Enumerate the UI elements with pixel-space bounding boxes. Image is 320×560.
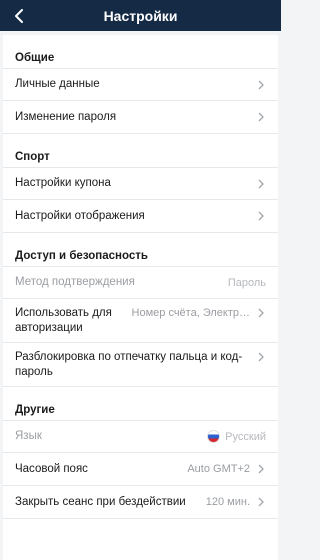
chevron-right-icon	[256, 211, 266, 221]
chevron-right-icon	[256, 464, 266, 474]
row-value: Auto GMT+2	[187, 463, 250, 475]
chevron-right-icon	[256, 80, 266, 90]
section-title-other: Другие	[15, 404, 55, 416]
settings-list: Общие Личные данные Изменение пароля Спо…	[3, 35, 278, 560]
timezone-row[interactable]: Часовой пояс Auto GMT+2	[3, 453, 278, 486]
row-value: 120 мин.	[205, 496, 250, 508]
russia-flag-icon	[207, 430, 221, 443]
section-title-general: Общие	[15, 52, 55, 64]
row-label: Изменение пароля	[15, 110, 117, 123]
row-label: Использовать для авторизации	[15, 306, 112, 334]
row-value: Номер счёта, Электр…	[131, 307, 250, 319]
row-label: Личные данные	[15, 78, 100, 90]
row-value: Русский	[225, 430, 266, 443]
chevron-right-icon	[256, 179, 266, 189]
display-settings-row[interactable]: Настройки отображения	[3, 200, 278, 233]
row-label: Метод подтверждения	[15, 276, 135, 288]
coupon-settings-row[interactable]: Настройки купона	[3, 167, 278, 200]
row-label: Разблокировка по отпечатку пальца и код-…	[15, 350, 243, 378]
auth-method-row[interactable]: Использовать для авторизации Номер счёта…	[3, 299, 278, 343]
row-label: Закрыть сеанс при бездействии	[15, 495, 186, 508]
fingerprint-unlock-row[interactable]: Разблокировка по отпечатку пальца и код-…	[3, 343, 278, 387]
header-bar: Настройки	[0, 0, 281, 31]
chevron-right-icon	[256, 352, 266, 362]
row-label: Часовой пояс	[15, 462, 88, 475]
chevron-right-icon	[256, 112, 266, 122]
confirmation-method-row: Метод подтверждения Пароль	[3, 266, 278, 299]
back-button[interactable]	[6, 3, 32, 29]
chevron-right-icon	[256, 308, 266, 318]
personal-data-row[interactable]: Личные данные	[3, 68, 278, 101]
chevron-left-icon	[15, 9, 23, 23]
row-value: Пароль	[227, 276, 266, 289]
page-title: Настройки	[103, 7, 178, 24]
row-label: Настройки купона	[15, 177, 111, 189]
change-password-row[interactable]: Изменение пароля	[3, 101, 278, 134]
section-title-sport: Спорт	[15, 151, 50, 163]
language-row: Язык Русский	[3, 420, 278, 453]
row-label: Язык	[15, 430, 42, 442]
session-timeout-row[interactable]: Закрыть сеанс при бездействии 120 мин.	[3, 486, 278, 519]
row-label: Настройки отображения	[15, 209, 145, 222]
section-title-security: Доступ и безопасность	[15, 250, 148, 262]
chevron-right-icon	[256, 497, 266, 507]
language-value: Русский	[207, 430, 266, 443]
